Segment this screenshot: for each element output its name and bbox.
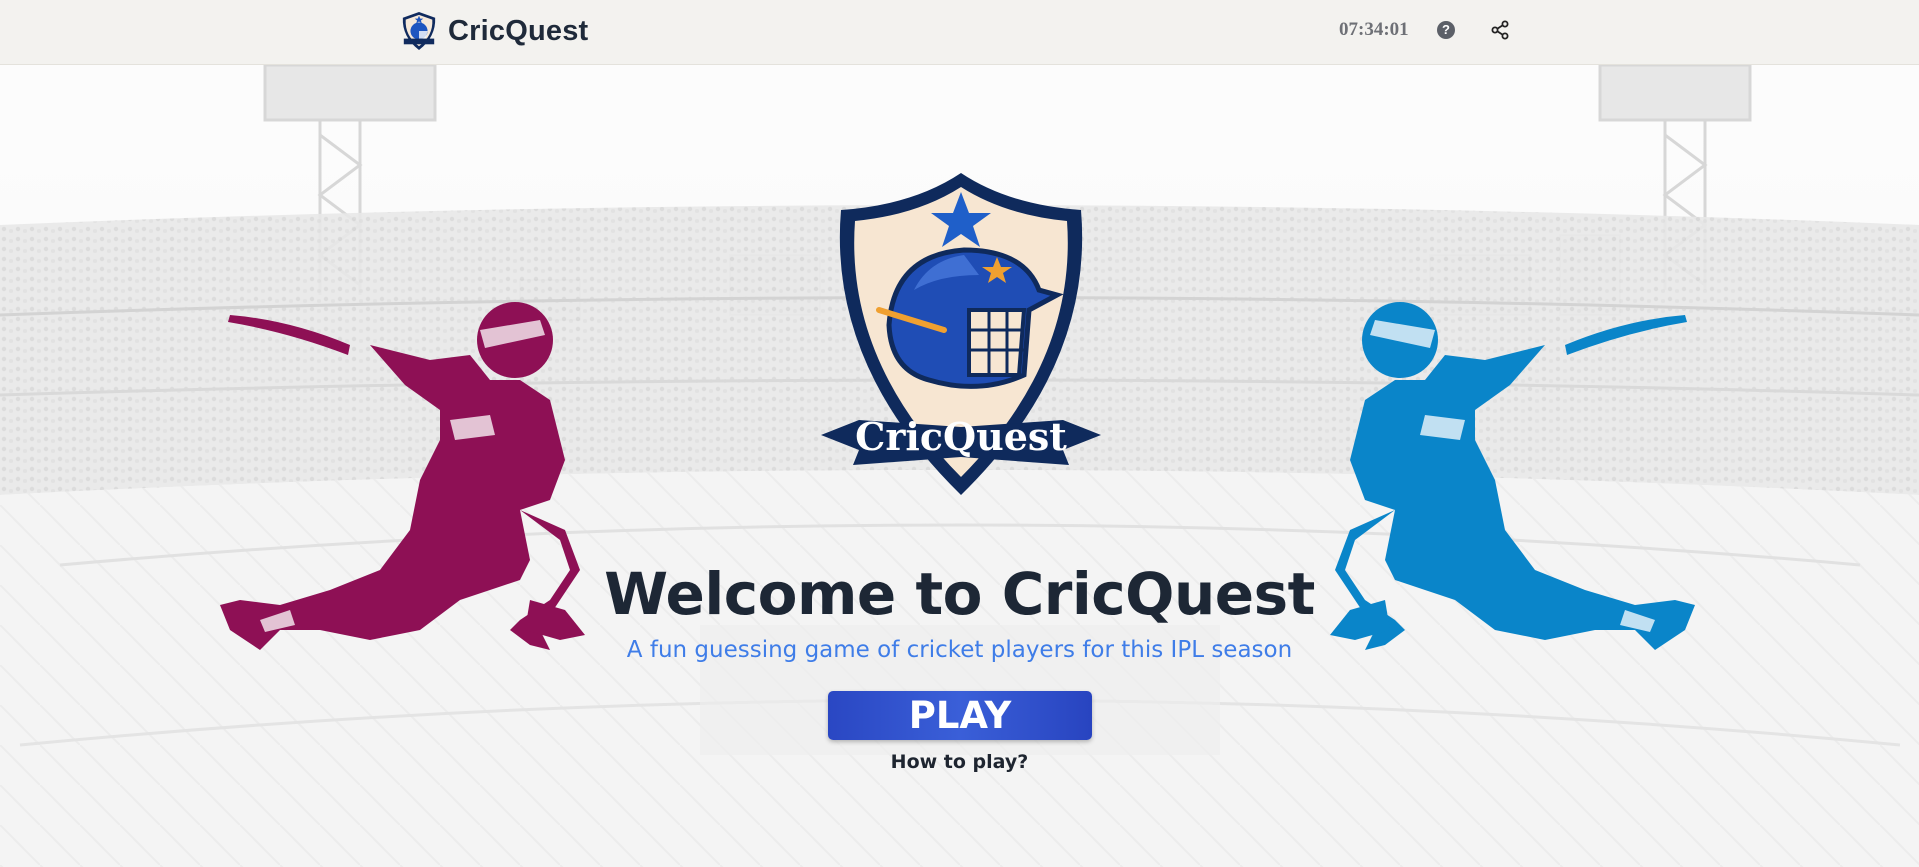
page-title: Welcome to CricQuest xyxy=(604,560,1315,628)
brand[interactable]: CricQuest xyxy=(400,10,588,52)
hero-stage: CricQuest Welcome to CricQuest A fun gue… xyxy=(0,65,1919,867)
question-circle-icon[interactable]: ? xyxy=(1437,21,1455,39)
brand-name: CricQuest xyxy=(448,14,589,47)
share-icon[interactable] xyxy=(1490,20,1510,40)
how-to-play-link[interactable]: How to play? xyxy=(0,751,1919,773)
cricquest-logo-icon xyxy=(402,12,436,50)
top-navigation-bar: CricQuest 07:34:01 ? xyxy=(0,0,1919,65)
play-button[interactable]: PLAY xyxy=(828,691,1092,740)
cricquest-crest-logo: CricQuest xyxy=(821,173,1101,495)
crest-logo-text: CricQuest xyxy=(855,414,1067,459)
countdown-timer: 07:34:01 xyxy=(1339,19,1409,40)
page-subtitle: A fun guessing game of cricket players f… xyxy=(626,637,1293,663)
